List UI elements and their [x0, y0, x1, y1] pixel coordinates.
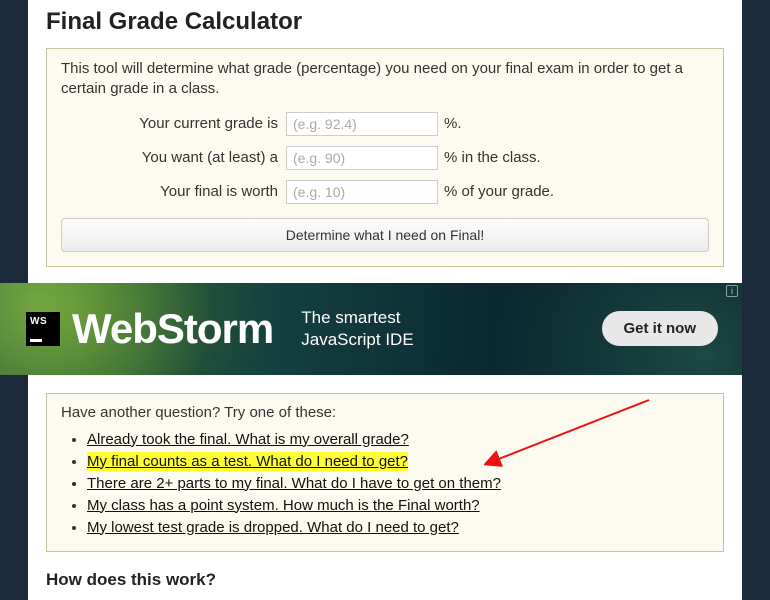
- suffix-final-worth: % of your grade.: [438, 183, 554, 200]
- input-desired-grade[interactable]: [286, 146, 438, 170]
- question-link-4[interactable]: My lowest test grade is dropped. What do…: [87, 519, 459, 536]
- ad-tagline-line1: The smartest: [301, 307, 413, 328]
- input-final-worth[interactable]: [286, 180, 438, 204]
- ad-cta-button[interactable]: Get it now: [602, 311, 719, 346]
- ad-logo-text: WS: [30, 316, 47, 327]
- list-item: My class has a point system. How much is…: [87, 497, 709, 514]
- list-item: Already took the final. What is my overa…: [87, 431, 709, 448]
- section-heading: How does this work?: [46, 570, 724, 590]
- ad-banner[interactable]: WS WebStorm The smartest JavaScript IDE …: [0, 283, 742, 375]
- questions-list: Already took the final. What is my overa…: [61, 431, 709, 536]
- question-link-2[interactable]: There are 2+ parts to my final. What do …: [87, 475, 501, 492]
- suffix-current-grade: %.: [438, 115, 462, 132]
- questions-title: Have another question? Try one of these:: [61, 404, 709, 421]
- question-link-1[interactable]: My final counts as a test. What do I nee…: [87, 453, 408, 470]
- list-item: My lowest test grade is dropped. What do…: [87, 519, 709, 536]
- ad-tagline: The smartest JavaScript IDE: [301, 307, 413, 350]
- question-link-0[interactable]: Already took the final. What is my overa…: [87, 431, 409, 448]
- ad-tagline-line2: JavaScript IDE: [301, 329, 413, 350]
- questions-panel: Have another question? Try one of these:…: [46, 393, 724, 552]
- label-current-grade: Your current grade is: [61, 115, 286, 132]
- list-item: My final counts as a test. What do I nee…: [87, 453, 709, 470]
- row-current-grade: Your current grade is %.: [61, 112, 709, 136]
- row-desired-grade: You want (at least) a % in the class.: [61, 146, 709, 170]
- calculator-panel: This tool will determine what grade (per…: [46, 48, 724, 267]
- list-item: There are 2+ parts to my final. What do …: [87, 475, 709, 492]
- label-final-worth: Your final is worth: [61, 183, 286, 200]
- question-link-3[interactable]: My class has a point system. How much is…: [87, 497, 480, 514]
- intro-text: This tool will determine what grade (per…: [61, 59, 709, 100]
- label-desired-grade: You want (at least) a: [61, 149, 286, 166]
- row-final-worth: Your final is worth % of your grade.: [61, 180, 709, 204]
- input-current-grade[interactable]: [286, 112, 438, 136]
- ad-logo-icon: WS: [26, 312, 60, 346]
- page-title: Final Grade Calculator: [46, 0, 724, 48]
- submit-button[interactable]: Determine what I need on Final!: [61, 218, 709, 252]
- suffix-desired-grade: % in the class.: [438, 149, 541, 166]
- ad-logo-bar: [30, 339, 42, 342]
- ad-brand: WebStorm: [72, 305, 273, 353]
- ad-info-icon[interactable]: i: [726, 285, 738, 297]
